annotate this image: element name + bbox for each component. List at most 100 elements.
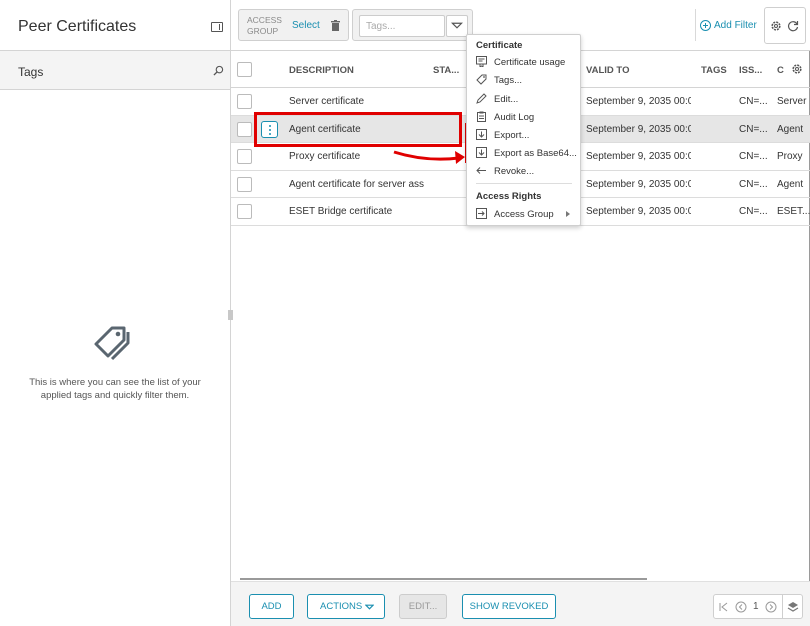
access-group-select-link[interactable]: Select [292,20,320,31]
menu-item-label: Export... [494,130,530,141]
plus-circle-icon [700,20,711,31]
left-panel: Peer Certificates Tags This is where you… [0,0,231,626]
column-c[interactable]: C [777,65,784,76]
chevron-down-icon [451,22,463,29]
arrow-left-icon [476,167,486,174]
add-button[interactable]: ADD [249,594,294,619]
tags-label: Tags [18,65,44,79]
column-tags[interactable]: TAGS [701,65,727,76]
row-checkbox[interactable] [237,204,252,219]
tag-icon [94,326,130,361]
gear-icon[interactable] [770,20,782,32]
add-filter-button[interactable]: Add Filter [695,9,758,41]
row-checkbox[interactable] [237,121,252,137]
row-checkbox[interactable] [237,176,252,192]
show-revoked-button[interactable]: SHOW REVOKED [462,594,556,619]
cell-description: Server certificate [289,96,365,107]
access-group-icon [476,208,487,219]
chevron-down-icon [365,604,374,610]
cell-issuer: CN=... [739,96,768,107]
cell-c: Server [777,96,807,107]
certificate-usage-icon [476,56,487,67]
menu-divider [476,183,572,184]
cell-description: Agent certificate for server assi... [289,178,424,190]
trash-icon[interactable] [331,20,340,31]
tags-filter-input[interactable] [359,15,445,37]
cell-valid-to: September 9, 2035 00:0... [586,151,691,162]
actions-button[interactable]: ACTIONS [307,594,385,619]
cell-issuer: CN=... [739,206,768,217]
cell-issuer: CN=... [739,178,768,190]
access-group-filter: ACCESS GROUP Select [238,9,349,41]
menu-item-label: Certificate usage [494,57,566,68]
context-section-certificate: Certificate [476,40,523,51]
chevron-right-icon [566,211,570,217]
cell-issuer: CN=... [739,123,768,135]
menu-item-revoke[interactable]: Revoke... [467,162,580,180]
tags-dropdown-button[interactable] [446,15,468,37]
column-description[interactable]: DESCRIPTION [289,65,354,76]
menu-item-audit-log[interactable]: Audit Log [467,108,580,126]
menu-item-label: Audit Log [494,112,535,123]
menu-item-access-group[interactable]: Access Group [467,205,580,223]
cell-issuer: CN=... [739,151,768,162]
refresh-icon[interactable] [787,20,799,32]
menu-item-label: Tags... [494,75,522,86]
tag-icon [476,74,487,85]
row-checkbox[interactable] [237,149,252,164]
red-arrow-annotation [393,150,465,164]
bottom-toolbar: ADD ACTIONS EDIT... SHOW REVOKED 1 [231,581,810,626]
table-settings-group [764,7,806,44]
cell-valid-to: September 9, 2035 00:0... [586,96,691,107]
column-valid-to[interactable]: VALID TO [586,65,629,76]
left-header: Peer Certificates [0,0,230,51]
menu-item-label: Edit... [494,94,519,105]
search-icon[interactable] [213,65,224,76]
tags-header: Tags [0,51,230,90]
panel-splitter[interactable] [228,310,233,320]
menu-item-label: Export as Base64... [494,148,577,159]
cell-description: ESET Bridge certificate [289,206,393,217]
cell-valid-to: September 9, 2035 00:0... [586,178,691,190]
edit-button[interactable]: EDIT... [399,594,447,619]
download-icon [476,129,487,140]
tags-filter [352,9,473,41]
pencil-icon [476,93,487,104]
menu-item-export[interactable]: Export... [467,126,580,144]
pager-divider [782,595,783,618]
menu-item-tags[interactable]: Tags... [467,71,580,89]
add-filter-label: Add Filter [714,20,757,31]
menu-item-edit[interactable]: Edit... [467,90,580,108]
clipboard-icon [477,111,486,122]
column-settings-gear-icon[interactable] [791,63,803,75]
cell-c: Agent [777,123,804,135]
context-menu: Certificate Certificate usage Tags... Ed… [466,34,581,226]
access-group-label: ACCESS GROUP [247,15,282,36]
previous-page-icon[interactable] [735,601,747,613]
menu-item-certificate-usage[interactable]: Certificate usage [467,53,580,71]
horizontal-scrollbar[interactable] [240,578,647,580]
row-checkbox[interactable] [237,94,252,109]
menu-item-label: Access Group [494,209,554,220]
actions-label: ACTIONS [320,601,363,612]
cell-valid-to: September 9, 2035 00:0... [586,206,691,217]
cell-c: Proxy [777,151,803,162]
empty-tags-message: This is where you can see the list of yo… [29,377,201,401]
cell-c: ESET... [777,206,810,217]
collapse-panel-icon[interactable] [211,22,223,32]
pagination: 1 [713,594,803,619]
layers-icon[interactable] [787,601,799,613]
cell-c: Agent [777,178,804,190]
page-title: Peer Certificates [18,18,137,35]
menu-item-label: Revoke... [494,166,535,177]
column-issuer[interactable]: ISS... [739,65,762,76]
page-number: 1 [753,601,759,612]
context-section-access-rights: Access Rights [476,191,542,202]
select-all-checkbox[interactable] [237,62,252,77]
menu-item-export-base64[interactable]: Export as Base64... [467,144,580,162]
next-page-icon[interactable] [765,601,777,613]
column-status[interactable]: STA... [433,65,459,76]
download-icon [476,147,487,158]
highlight-agent-certificate [254,112,462,147]
first-page-icon[interactable] [718,601,730,613]
